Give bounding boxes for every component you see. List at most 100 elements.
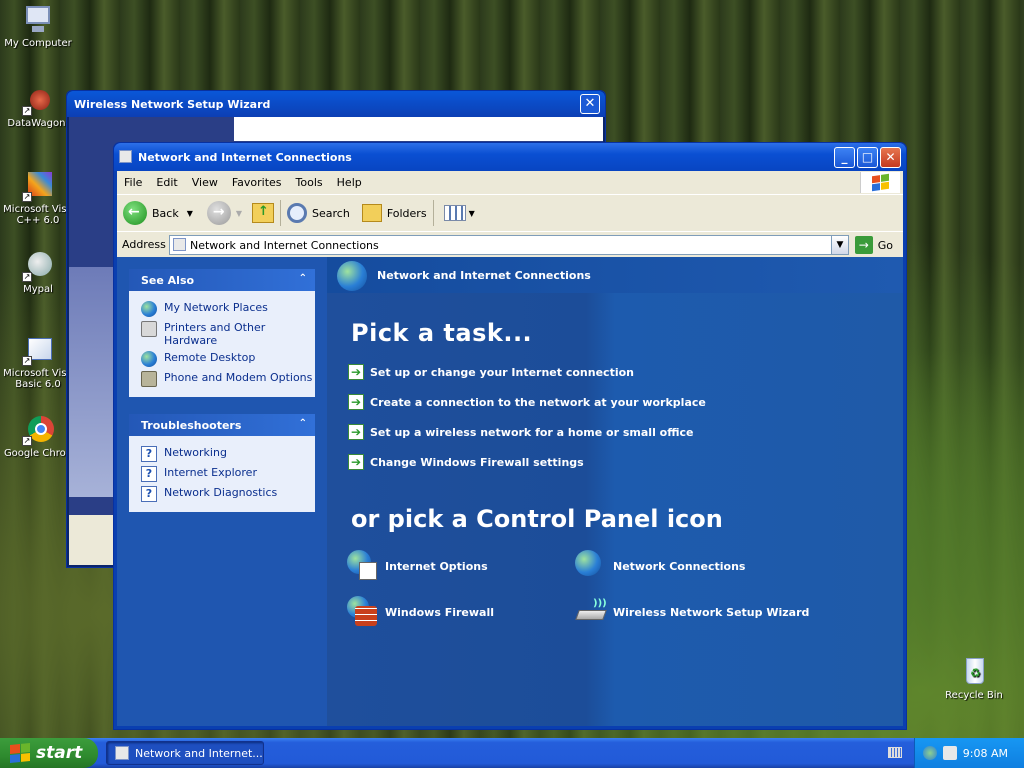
visual-basic-icon: ↗ [22,334,54,366]
cp-wireless-network-setup-wizard[interactable]: ))) Wireless Network Setup Wizard [575,596,809,628]
minimize-button[interactable]: _ [834,147,855,168]
up-folder-button[interactable]: ↑ [252,203,275,223]
desktop-icon-my-computer[interactable]: My Computer [0,4,76,49]
cp-internet-options[interactable]: Internet Options [347,550,488,582]
pick-icon-heading: or pick a Control Panel icon [351,505,723,533]
task-arrow-icon: ➔ [348,424,364,440]
up-folder-icon: ↑ [252,203,275,223]
window-title: Network and Internet Connections [138,151,352,164]
go-arrow-icon: → [854,236,873,254]
menu-favorites[interactable]: Favorites [225,176,289,189]
desktop-icon-visual-cpp[interactable]: ↗ Microsoft Visu C++ 6.0 [0,170,76,226]
link-remote-desktop[interactable]: Remote Desktop [141,351,315,367]
troubleshooters-panel: Troubleshooters ⌃ ? Networking ? Interne… [129,414,315,512]
phone-modem-icon [141,371,157,387]
clock[interactable]: 9:08 AM [963,747,1008,760]
task-arrow-icon: ➔ [348,394,364,410]
help-icon: ? [141,466,157,482]
wizard-button-area [69,515,119,565]
views-grid-icon [443,205,466,221]
link-my-network-places[interactable]: My Network Places [141,301,315,317]
forward-arrow-icon: → [206,201,231,225]
category-header: Network and Internet Connections [327,257,903,293]
troubleshooters-header[interactable]: Troubleshooters ⌃ [129,414,315,436]
network-status-icon[interactable] [922,746,937,760]
link-internet-explorer[interactable]: ? Internet Explorer [141,466,315,482]
main-content: Network and Internet Connections Pick a … [327,257,903,726]
language-bar-keyboard-icon[interactable] [888,747,902,758]
standard-toolbar: ← Back ▼ → ▼ ↑ Search Folders ▼ [117,194,903,231]
window-icon [115,746,129,760]
search-button[interactable]: Search [287,203,350,223]
desktop-icon-google-chrome[interactable]: ↗ Google Chron [0,414,76,459]
taskbar-item-network-connections[interactable]: Network and Internet... [106,741,264,765]
link-networking[interactable]: ? Networking [141,446,315,462]
maximize-button[interactable]: □ [857,147,878,168]
menu-file[interactable]: File [117,176,149,189]
cp-windows-firewall[interactable]: Windows Firewall [347,596,494,628]
views-button[interactable]: ▼ [443,205,475,221]
forward-button[interactable]: → ▼ [206,201,243,225]
search-icon [287,203,308,223]
collapse-chevron-icon[interactable]: ⌃ [299,418,307,429]
network-places-icon [141,301,157,317]
task-workplace-connection[interactable]: ➔ Create a connection to the network at … [348,394,706,410]
window-titlebar[interactable]: Network and Internet Connections _ □ ✕ [114,143,906,171]
task-arrow-icon: ➔ [348,364,364,380]
visual-cpp-icon: ↗ [22,170,54,202]
folders-button[interactable]: Folders [361,204,427,222]
desktop-icon-mypal[interactable]: ↗ Mypal [0,250,76,295]
folders-icon [361,204,382,222]
wizard-close-button[interactable]: ✕ [580,94,600,114]
menu-edit[interactable]: Edit [149,176,184,189]
network-connections-icon [575,550,607,582]
task-arrow-icon: ➔ [348,454,364,470]
collapse-chevron-icon[interactable]: ⌃ [299,273,307,284]
firewall-icon [347,596,379,628]
tray-alert-icon[interactable] [942,746,957,760]
address-label: Address [122,238,166,251]
see-also-header[interactable]: See Also ⌃ [129,269,315,291]
address-dropdown-icon[interactable]: ▼ [831,236,848,254]
desktop-icon-recycle-bin[interactable]: ♻ Recycle Bin [936,656,1012,701]
taskbar: start Network and Internet... 9:08 AM [0,738,1024,768]
wizard-header-area [234,117,603,141]
desktop-icon-visual-basic[interactable]: ↗ Microsoft Visu Basic 6.0 [0,334,76,390]
link-network-diagnostics[interactable]: ? Network Diagnostics [141,486,315,502]
see-also-panel: See Also ⌃ My Network Places Printers an… [129,269,315,397]
back-dropdown-icon[interactable]: ▼ [187,209,193,218]
link-printers-hardware[interactable]: Printers and Other Hardware [141,321,315,347]
menu-bar: File Edit View Favorites Tools Help [117,171,903,194]
menu-help[interactable]: Help [330,176,369,189]
wireless-wizard-icon: ))) [575,596,607,628]
cp-network-connections[interactable]: Network Connections [575,550,745,582]
windows-flag-icon [10,742,30,764]
remote-desktop-icon [141,351,157,367]
menu-view[interactable]: View [185,176,225,189]
computer-icon [22,4,54,36]
task-firewall-settings[interactable]: ➔ Change Windows Firewall settings [348,454,584,470]
window-icon [119,150,132,163]
menu-tools[interactable]: Tools [289,176,330,189]
toolbar-separator [280,200,282,226]
start-button[interactable]: start [0,738,98,768]
toolbar-separator [432,200,434,226]
help-icon: ? [141,446,157,462]
printer-icon [141,321,157,337]
windows-logo-icon [860,172,900,193]
close-button[interactable]: ✕ [880,147,901,168]
go-button[interactable]: → Go [854,236,893,254]
forward-dropdown-icon: ▼ [235,208,243,218]
pick-task-heading: Pick a task... [351,319,533,347]
address-input[interactable]: Network and Internet Connections ▼ [169,235,849,255]
task-setup-internet[interactable]: ➔ Set up or change your Internet connect… [348,364,634,380]
link-phone-modem[interactable]: Phone and Modem Options [141,371,315,387]
explorer-window[interactable]: Network and Internet Connections _ □ ✕ F… [113,142,907,730]
back-button[interactable]: ← Back ▼ [123,201,193,225]
mypal-browser-icon: ↗ [22,250,54,282]
task-wireless-network[interactable]: ➔ Set up a wireless network for a home o… [348,424,693,440]
wizard-title: Wireless Network Setup Wizard [67,91,605,117]
network-globe-icon [337,261,367,291]
internet-options-icon [347,550,379,582]
desktop-icon-datawagon[interactable]: ↗ DataWagon. [0,84,76,129]
